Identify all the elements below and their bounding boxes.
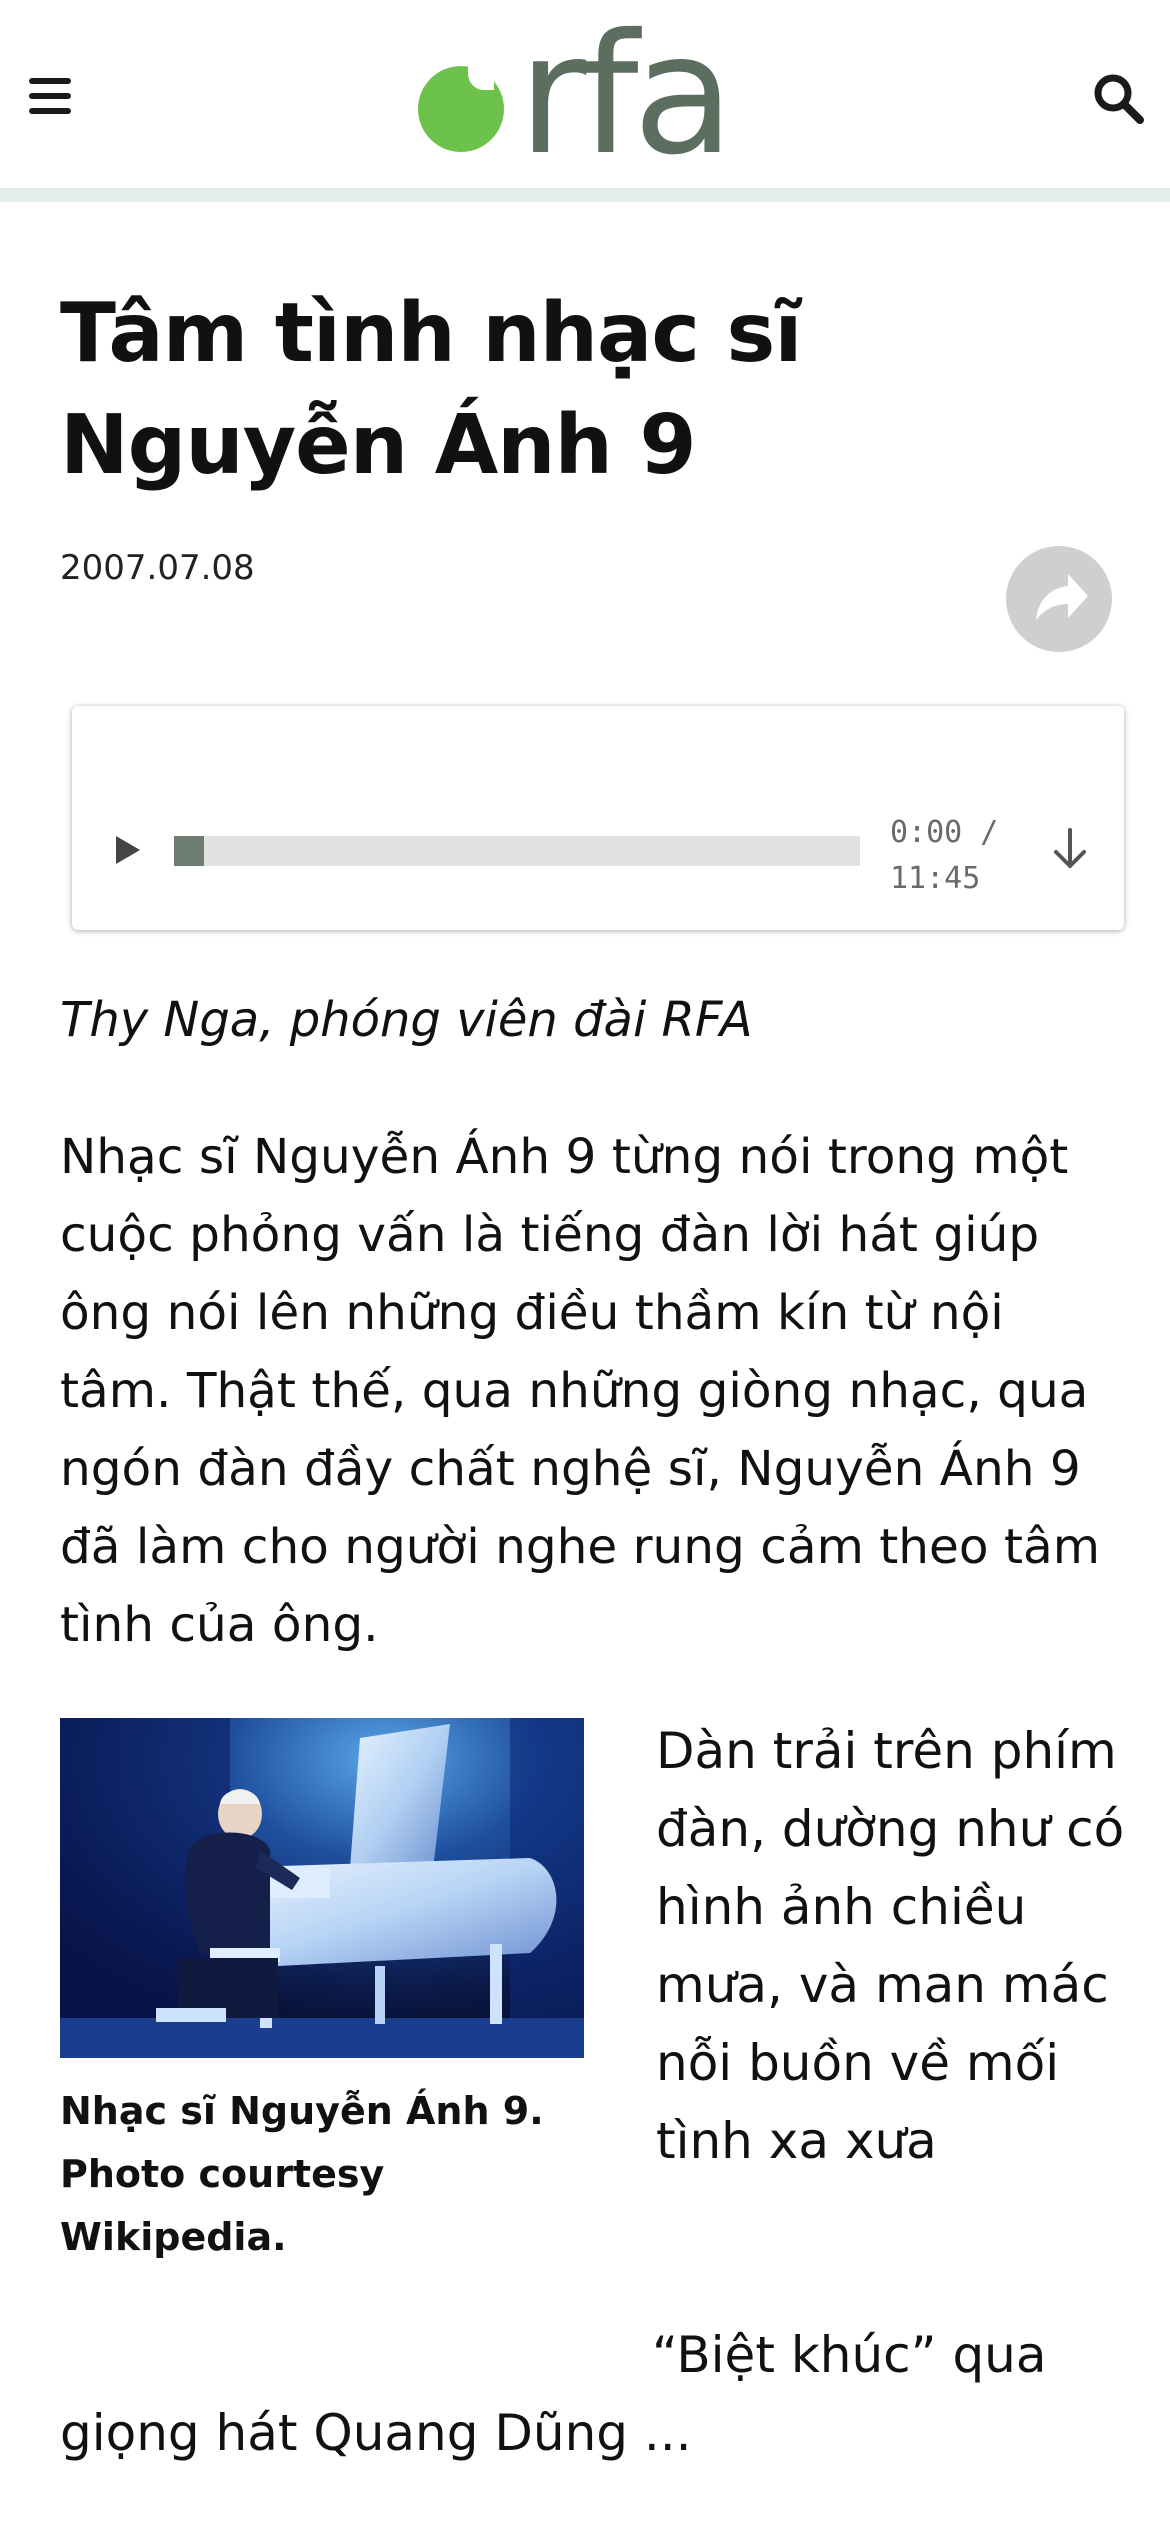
header-divider [0,188,1170,202]
share-button[interactable] [1006,546,1112,652]
audio-player: 0:00 / 11:45 [72,706,1124,930]
audio-progress-bar[interactable] [174,836,860,866]
share-icon [1036,574,1088,620]
play-icon [116,836,140,864]
audio-time: 0:00 / 11:45 [890,810,998,902]
article-paragraph-2-line-1: “Biệt khúc” qua [652,2326,1047,2384]
hamburger-menu-icon-bar [29,93,71,99]
menu-button[interactable] [22,68,78,124]
audio-current-time: 0:00 / [890,815,999,850]
site-header: rfa [0,0,1170,188]
article-byline: Thy Nga, phóng viên đài RFA [60,992,753,1048]
pianist-photo [60,1718,584,2058]
article-photo[interactable] [60,1718,584,2058]
audio-duration: 11:45 [890,861,981,896]
play-button[interactable] [110,830,146,870]
article-date: 2007.07.08 [60,548,255,588]
hamburger-menu-icon [29,78,71,84]
pull-quote: Dàn trải trên phím đàn, dường như có hìn… [656,1722,1125,2170]
search-button[interactable] [1090,70,1146,126]
download-icon [1054,828,1086,868]
search-icon [1094,74,1144,124]
article-paragraph: Nhạc sĩ Nguyễn Ánh 9 từng nói trong một … [60,1129,1100,1653]
rfa-logo[interactable]: rfa [418,6,758,186]
article-title: Tâm tình nhạc sĩ Nguyễn Ánh 9 [60,286,802,493]
hamburger-menu-icon-bar [29,108,71,114]
audio-progress-handle[interactable] [174,836,204,866]
download-button[interactable] [1046,822,1094,878]
logo-text: rfa [518,0,734,192]
article-paragraph-2-line-2: giọng hát Quang Dũng ... [60,2404,692,2462]
photo-caption: Nhạc sĩ Nguyễn Ánh 9. Photo courtesy Wik… [60,2089,544,2259]
